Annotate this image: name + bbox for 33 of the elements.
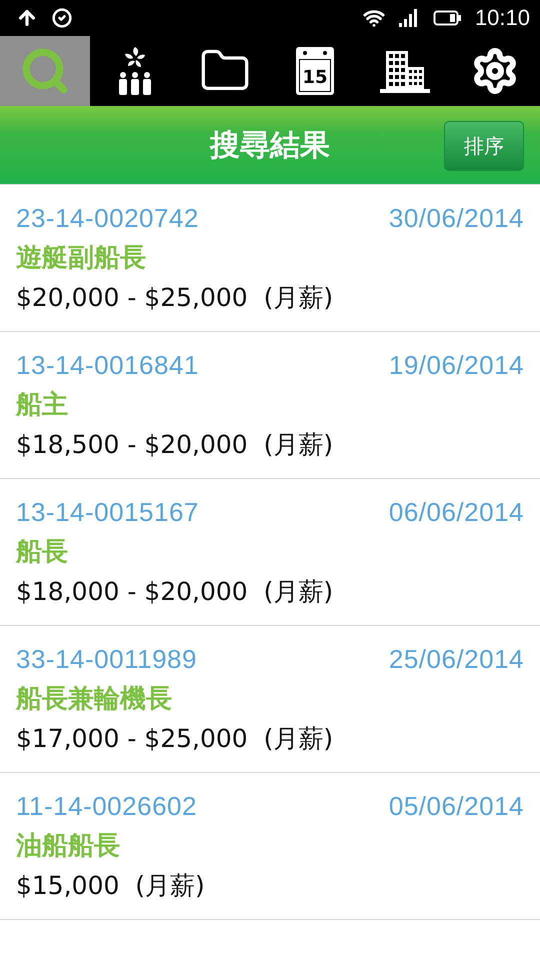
- check-circle-icon: [52, 8, 72, 28]
- job-code: 13-14-0015167: [16, 497, 199, 528]
- settings-icon: [471, 47, 519, 95]
- job-code: 13-14-0016841: [16, 350, 199, 381]
- upload-icon: [16, 7, 38, 29]
- job-salary: $17,000 - $25,000 (月薪): [16, 723, 334, 755]
- job-title[interactable]: 油船船長: [16, 828, 524, 863]
- job-code: 23-14-0020742: [16, 203, 199, 234]
- job-date: 25/06/2014: [388, 644, 524, 675]
- job-date: 19/06/2014: [388, 350, 524, 381]
- people-flower-icon: [118, 45, 152, 97]
- job-title[interactable]: 船長: [16, 534, 524, 569]
- job-code: 33-14-0011989: [16, 644, 197, 675]
- job-code: 11-14-0026602: [16, 791, 197, 822]
- wifi-icon: [362, 7, 385, 29]
- job-salary: $20,000 - $25,000 (月薪): [16, 282, 334, 314]
- job-title[interactable]: 船主: [16, 387, 524, 422]
- status-time: 10:10: [474, 5, 530, 31]
- search-icon: [20, 46, 70, 96]
- signal-icon: [398, 9, 419, 27]
- job-title[interactable]: 遊艇副船長: [16, 240, 524, 275]
- job-date: 06/06/2014: [388, 497, 524, 528]
- building-icon: [380, 49, 430, 93]
- job-salary: $15,000 (月薪): [16, 870, 206, 902]
- page-title: 搜尋結果: [210, 126, 330, 164]
- job-salary: $18,000 - $20,000 (月薪): [16, 576, 334, 608]
- job-title[interactable]: 船長兼輪機長: [16, 681, 524, 716]
- battery-icon: [432, 10, 461, 26]
- sort-button[interactable]: 排序: [444, 121, 524, 171]
- job-salary: $18,500 - $20,000 (月薪): [16, 429, 334, 461]
- job-date: 30/06/2014: [388, 203, 524, 234]
- job-date: 05/06/2014: [388, 791, 524, 822]
- calendar-icon: 15: [294, 45, 336, 97]
